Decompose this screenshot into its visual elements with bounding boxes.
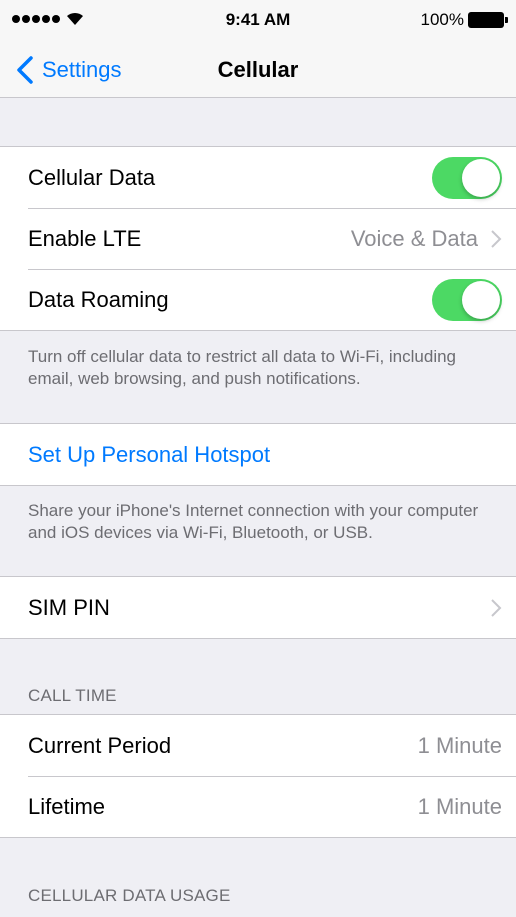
current-period-row: Current Period 1 Minute bbox=[0, 715, 516, 776]
enable-lte-value: Voice & Data bbox=[350, 225, 478, 251]
personal-hotspot-row[interactable]: Set Up Personal Hotspot bbox=[0, 424, 516, 485]
lifetime-value: 1 Minute bbox=[417, 793, 502, 819]
toggle-knob bbox=[462, 158, 500, 197]
hotspot-footer-text: Share your iPhone's Internet connection … bbox=[28, 501, 479, 542]
sim-pin-label: SIM PIN bbox=[28, 594, 110, 620]
battery-icon bbox=[468, 12, 508, 28]
call-time-group: Current Period 1 Minute Lifetime 1 Minut… bbox=[0, 714, 516, 838]
lifetime-label: Lifetime bbox=[28, 793, 106, 819]
cellular-data-toggle[interactable] bbox=[432, 156, 502, 199]
personal-hotspot-link[interactable]: Set Up Personal Hotspot bbox=[28, 442, 502, 468]
sim-pin-row[interactable]: SIM PIN bbox=[0, 577, 516, 638]
call-time-header: CALL TIME bbox=[28, 686, 117, 705]
page-title: Cellular bbox=[217, 57, 299, 82]
cellular-data-row: Cellular Data bbox=[0, 147, 516, 208]
hotspot-group: Set Up Personal Hotspot bbox=[0, 423, 516, 486]
current-period-label: Current Period bbox=[28, 732, 172, 758]
enable-lte-row[interactable]: Enable LTE Voice & Data bbox=[0, 208, 516, 269]
cellular-footer-text: Turn off cellular data to restrict all d… bbox=[28, 347, 457, 388]
cellular-data-usage-header: CELLULAR DATA USAGE bbox=[28, 886, 231, 905]
enable-lte-label: Enable LTE bbox=[28, 225, 142, 251]
cellular-data-label: Cellular Data bbox=[28, 164, 156, 190]
data-roaming-label: Data Roaming bbox=[28, 286, 169, 312]
chevron-right-icon bbox=[491, 598, 502, 617]
sim-pin-group: SIM PIN bbox=[0, 576, 516, 639]
battery-status: 100% bbox=[420, 10, 508, 30]
chevron-right-icon bbox=[491, 229, 502, 248]
navigation-bar: Settings Cellular bbox=[0, 44, 516, 98]
toggle-knob bbox=[462, 280, 500, 319]
data-roaming-row: Data Roaming bbox=[0, 269, 516, 330]
status-bar: 9:41 AM 100% bbox=[0, 0, 516, 44]
cellular-settings-group: Cellular Data Enable LTE Voice & Data Da… bbox=[0, 146, 516, 331]
battery-percent: 100% bbox=[420, 10, 464, 29]
lifetime-row: Lifetime 1 Minute bbox=[0, 776, 516, 837]
current-period-value: 1 Minute bbox=[417, 732, 502, 758]
data-roaming-toggle[interactable] bbox=[432, 278, 502, 321]
